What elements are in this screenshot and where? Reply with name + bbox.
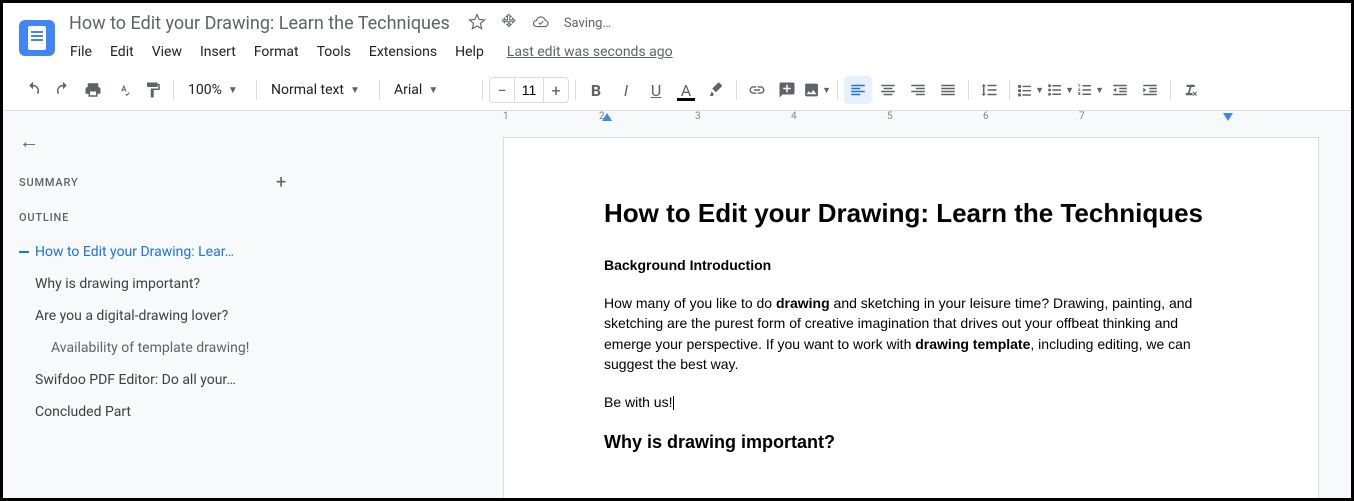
font-size-input[interactable] (514, 78, 544, 102)
numbered-list-button[interactable]: ▼ (1076, 76, 1104, 104)
redo-button[interactable] (49, 76, 77, 104)
outline-sidebar: ← SUMMARY + OUTLINE How to Edit your Dra… (3, 111, 303, 498)
last-edit-link[interactable]: Last edit was seconds ago (507, 44, 673, 60)
cloud-sync-icon (532, 13, 550, 35)
document-page[interactable]: How to Edit your Drawing: Learn the Tech… (503, 137, 1319, 498)
doc-heading-3[interactable]: Why is drawing important? (604, 432, 1218, 453)
bulleted-list-button[interactable]: ▼ (1046, 76, 1074, 104)
star-icon[interactable] (468, 13, 486, 35)
checklist-button[interactable]: ▼ (1016, 76, 1044, 104)
font-size-decrease[interactable]: − (490, 78, 514, 102)
outline-heading: OUTLINE (19, 211, 287, 224)
move-icon[interactable] (500, 13, 518, 35)
indent-decrease-button[interactable] (1106, 76, 1134, 104)
font-size-increase[interactable]: + (544, 78, 568, 102)
outline-item[interactable]: Availability of template drawing! (19, 332, 287, 364)
ruler-tick: 3 (695, 111, 701, 122)
font-size-group: − + (489, 77, 569, 103)
outline-item[interactable]: Why is drawing important? (19, 268, 287, 300)
menu-format[interactable]: Format (247, 40, 306, 64)
doc-heading-2[interactable]: Background Introduction (604, 257, 1218, 273)
undo-button[interactable] (19, 76, 47, 104)
align-right-button[interactable] (904, 76, 932, 104)
ruler-tick: 6 (983, 111, 989, 122)
outline-item[interactable]: How to Edit your Drawing: Lear… (19, 236, 287, 268)
paint-format-button[interactable] (139, 76, 167, 104)
highlight-button[interactable] (702, 76, 730, 104)
spellcheck-button[interactable] (109, 76, 137, 104)
font-family-select[interactable]: Arial▼ (386, 76, 476, 104)
underline-button[interactable]: U (642, 76, 670, 104)
docs-logo[interactable] (19, 20, 55, 56)
align-center-button[interactable] (874, 76, 902, 104)
add-summary-button[interactable]: + (276, 172, 287, 193)
ruler-tick: 5 (887, 111, 893, 122)
ruler-indent-right-icon[interactable] (1223, 113, 1233, 121)
text-cursor-icon (673, 396, 674, 410)
outline-item[interactable]: Are you a digital-drawing lover? (19, 300, 287, 332)
line-spacing-button[interactable] (975, 76, 1003, 104)
ruler-tick: 1 (503, 111, 509, 122)
print-button[interactable] (79, 76, 107, 104)
menu-help[interactable]: Help (448, 40, 491, 64)
zoom-select[interactable]: 100%▼ (180, 76, 250, 104)
insert-image-button[interactable]: ▼ (803, 76, 831, 104)
summary-heading: SUMMARY (19, 176, 78, 189)
align-left-button[interactable] (844, 76, 872, 104)
menu-tools[interactable]: Tools (310, 40, 358, 64)
paragraph-style-select[interactable]: Normal text▼ (263, 76, 373, 104)
align-justify-button[interactable] (934, 76, 962, 104)
menu-extensions[interactable]: Extensions (362, 40, 444, 64)
ruler-tick: 4 (791, 111, 797, 122)
menu-bar: File Edit View Insert Format Tools Exten… (63, 36, 1335, 64)
menu-view[interactable]: View (145, 40, 189, 64)
add-comment-button[interactable] (773, 76, 801, 104)
doc-paragraph[interactable]: Be with us! (604, 392, 1218, 412)
ruler-tick: 7 (1079, 111, 1085, 122)
doc-heading-1[interactable]: How to Edit your Drawing: Learn the Tech… (604, 198, 1218, 229)
italic-button[interactable]: I (612, 76, 640, 104)
text-color-button[interactable]: A (672, 76, 700, 104)
back-arrow-icon[interactable]: ← (19, 129, 39, 154)
indent-increase-button[interactable] (1136, 76, 1164, 104)
clear-formatting-button[interactable] (1177, 76, 1205, 104)
horizontal-ruler[interactable]: 1 2 3 4 5 6 7 (503, 111, 1351, 127)
doc-paragraph[interactable]: How many of you like to do drawing and s… (604, 293, 1218, 374)
bold-button[interactable]: B (582, 76, 610, 104)
outline-item[interactable]: Swifdoo PDF Editor: Do all your… (19, 364, 287, 396)
toolbar: 100%▼ Normal text▼ Arial▼ − + B I U A ▼ … (3, 70, 1351, 111)
insert-link-button[interactable] (743, 76, 771, 104)
outline-item[interactable]: Concluded Part (19, 396, 287, 428)
document-title[interactable]: How to Edit your Drawing: Learn the Tech… (63, 11, 456, 36)
menu-insert[interactable]: Insert (193, 40, 243, 64)
saving-status: Saving… (564, 16, 611, 31)
menu-edit[interactable]: Edit (103, 40, 141, 64)
menu-file[interactable]: File (63, 40, 99, 64)
ruler-tick: 2 (599, 111, 605, 122)
document-canvas[interactable]: 1 2 3 4 5 6 7 How to Edit your Drawing: … (303, 111, 1351, 498)
